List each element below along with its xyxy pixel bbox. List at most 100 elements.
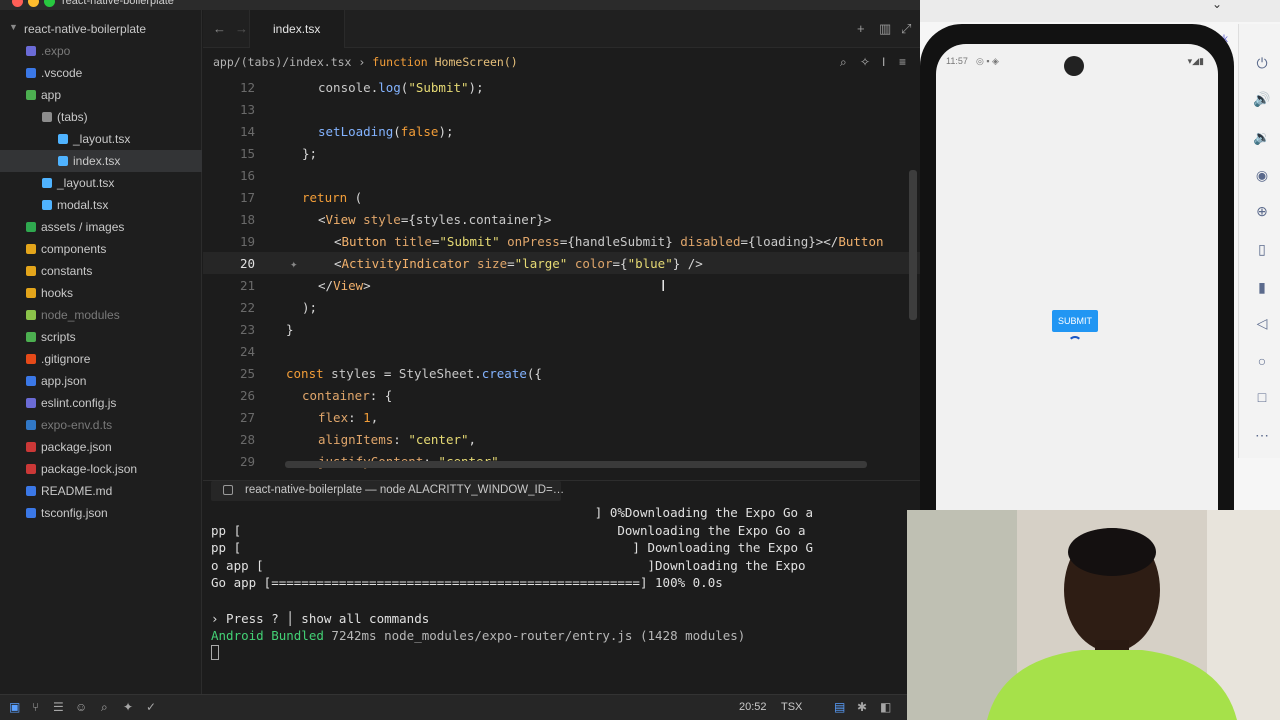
- sidebar-item[interactable]: index.tsx: [0, 150, 202, 172]
- sidebar-item[interactable]: .expo: [0, 40, 202, 62]
- panel-icon[interactable]: ◧: [880, 700, 891, 714]
- file-type-icon: [26, 354, 36, 364]
- terminal-line: pp [ Downloading the Expo Go a: [211, 523, 806, 538]
- sidebar-item[interactable]: modal.tsx: [0, 194, 202, 216]
- project-root[interactable]: ▼ react-native-boilerplate: [0, 18, 202, 40]
- file-type-icon: [26, 442, 36, 452]
- terminal-cursor: [211, 645, 219, 660]
- workspace-icon[interactable]: ▣: [9, 700, 20, 714]
- search-icon[interactable]: ⌕: [840, 55, 847, 70]
- tab-label: index.tsx: [273, 22, 321, 36]
- sidebar-item[interactable]: tsconfig.json: [0, 502, 202, 524]
- sidebar-item[interactable]: hooks: [0, 282, 202, 304]
- sidebar-item[interactable]: .gitignore: [0, 348, 202, 370]
- breadcrumb-keyword: function: [372, 55, 428, 69]
- browser-strip: ⌄ ark ✕: [920, 0, 1280, 45]
- maximize-window-icon[interactable]: [44, 0, 55, 7]
- file-type-icon: [26, 420, 36, 430]
- title-bar: react-native-boilerplate: [0, 0, 920, 10]
- git-branch-icon[interactable]: ⑂: [32, 700, 39, 714]
- power-icon[interactable]: ⏻: [1253, 54, 1271, 72]
- new-tab-icon[interactable]: +: [857, 21, 865, 36]
- webcam-overlay: [907, 510, 1280, 720]
- camera-icon[interactable]: ◉: [1253, 166, 1271, 184]
- tab-bar: ← → index.tsx + ▥ ⤢: [203, 10, 920, 48]
- sidebar-item[interactable]: app: [0, 84, 202, 106]
- code-line: 24: [239, 344, 255, 359]
- back-arrow-icon[interactable]: ←: [213, 21, 226, 36]
- sidebar-item-label: assets / images: [41, 220, 125, 234]
- more-icon[interactable]: ⋯: [1253, 426, 1271, 444]
- sliders-icon[interactable]: ≡: [899, 55, 906, 69]
- file-type-icon: [26, 288, 36, 298]
- file-type-icon: [26, 68, 36, 78]
- sidebar-item[interactable]: package-lock.json: [0, 458, 202, 480]
- sidebar-item[interactable]: app.json: [0, 370, 202, 392]
- minimize-window-icon[interactable]: [28, 0, 39, 7]
- horizontal-scrollbar[interactable]: [285, 461, 867, 468]
- file-type-icon: [58, 156, 68, 166]
- sidebar-item-label: .gitignore: [41, 352, 91, 366]
- forward-arrow-icon[interactable]: →: [235, 21, 248, 36]
- magic-wand-icon[interactable]: ✧: [860, 55, 870, 69]
- text-cursor-icon[interactable]: I: [882, 55, 885, 69]
- overview-icon[interactable]: □: [1253, 388, 1271, 406]
- sidebar-item-label: components: [41, 242, 107, 256]
- volume-up-icon[interactable]: 🔊: [1253, 90, 1271, 108]
- code-area[interactable]: 12 console.log("Submit"); 13 14 setLoading…: [203, 76, 920, 472]
- terminal-bundled-line: Android Bundled 7242ms node_modules/expo…: [211, 628, 745, 643]
- phone-screen[interactable]: 11:57 ◎ ▪ ◈ ▾◢▮ SUBMIT: [936, 44, 1218, 510]
- layout-icon[interactable]: ▤: [834, 700, 845, 714]
- sidebar-item[interactable]: node_modules: [0, 304, 202, 326]
- sidebar-item[interactable]: constants: [0, 260, 202, 282]
- sidebar-item-label: README.md: [41, 484, 113, 498]
- sidebar-item-label: .expo: [41, 44, 71, 58]
- cursor-position[interactable]: 20:52: [739, 701, 767, 713]
- volume-down-icon[interactable]: 🔉: [1253, 128, 1271, 146]
- code-line: 15};: [239, 146, 318, 161]
- split-pane-icon[interactable]: ▥: [879, 21, 891, 37]
- activity-indicator: [1068, 336, 1082, 350]
- debug-icon[interactable]: ✦: [123, 700, 133, 714]
- code-line: 25 const styles = StyleSheet.create({: [239, 366, 542, 381]
- tab-index-tsx[interactable]: index.tsx: [249, 10, 345, 48]
- back-icon[interactable]: ◁: [1253, 314, 1271, 332]
- breadcrumb[interactable]: app/(tabs)/index.tsx › function HomeScre…: [213, 55, 518, 69]
- language-mode[interactable]: TSX: [781, 701, 802, 713]
- code-editor: ← → index.tsx + ▥ ⤢ app/(tabs)/index.tsx…: [203, 10, 920, 480]
- sidebar-item-label: expo-env.d.ts: [41, 418, 113, 432]
- terminal-icon: [223, 485, 233, 495]
- vertical-scrollbar[interactable]: [909, 170, 917, 320]
- sidebar-item[interactable]: scripts: [0, 326, 202, 348]
- sidebar-item[interactable]: assets / images: [0, 216, 202, 238]
- check-icon[interactable]: ✓: [146, 700, 156, 714]
- sidebar-item[interactable]: (tabs): [0, 106, 202, 128]
- code-line: 12 console.log("Submit");: [239, 80, 484, 95]
- sidebar-item[interactable]: README.md: [0, 480, 202, 502]
- rotate-right-icon[interactable]: ▮: [1253, 278, 1271, 296]
- assistant-icon[interactable]: ✱: [857, 700, 867, 714]
- sidebar-item[interactable]: expo-env.d.ts: [0, 414, 202, 436]
- home-icon[interactable]: ○: [1253, 352, 1271, 370]
- maximize-pane-icon[interactable]: ⤢: [901, 21, 911, 37]
- sidebar-item[interactable]: package.json: [0, 436, 202, 458]
- terminal-tab[interactable]: react-native-boilerplate — node ALACRITT…: [211, 481, 564, 501]
- collaborators-icon[interactable]: ☺: [75, 700, 87, 714]
- list-icon[interactable]: ☰: [53, 700, 64, 714]
- terminal-panel[interactable]: react-native-boilerplate — node ALACRITT…: [203, 480, 920, 694]
- close-window-icon[interactable]: [12, 0, 23, 7]
- zoom-in-icon[interactable]: ⊕: [1253, 202, 1271, 220]
- sidebar-item[interactable]: .vscode: [0, 62, 202, 84]
- sidebar-item[interactable]: eslint.config.js: [0, 392, 202, 414]
- camera-notch: [1064, 56, 1084, 76]
- bundled-details: 7242ms node_modules/expo-router/entry.js…: [323, 628, 746, 643]
- signal-battery-icon: ▾◢▮: [1187, 56, 1204, 66]
- rotate-left-icon[interactable]: ▯: [1253, 240, 1271, 258]
- sidebar-item[interactable]: components: [0, 238, 202, 260]
- sidebar-item[interactable]: _layout.tsx: [0, 172, 202, 194]
- browser-menu-icon[interactable]: ⌄: [1212, 0, 1222, 11]
- search-icon[interactable]: ⌕: [101, 700, 108, 715]
- file-type-icon: [26, 508, 36, 518]
- submit-button[interactable]: SUBMIT: [1052, 310, 1098, 332]
- sidebar-item[interactable]: _layout.tsx: [0, 128, 202, 150]
